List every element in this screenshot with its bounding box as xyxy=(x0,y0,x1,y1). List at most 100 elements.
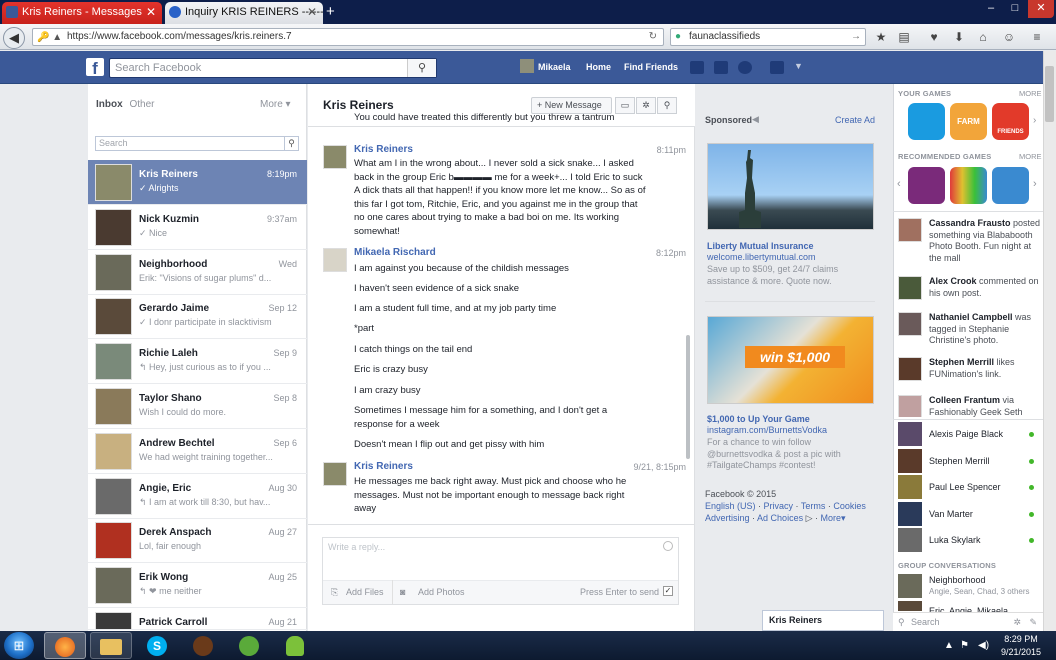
search-icon[interactable]: ⚲ xyxy=(407,59,436,77)
clock-date[interactable]: 9/21/2015 xyxy=(997,647,1045,657)
home-link[interactable]: Home xyxy=(586,61,611,73)
group-name[interactable]: Neighborhood xyxy=(929,575,986,585)
chat-contact[interactable]: Paul Lee Spencer xyxy=(898,475,1038,499)
file-explorer-taskbar-icon[interactable] xyxy=(90,632,132,659)
conversation-row[interactable]: Richie Laleh ↰ Hey, just curious as to if… xyxy=(88,339,307,385)
group-avatar[interactable] xyxy=(898,574,922,598)
add-files-button[interactable]: Add Files xyxy=(346,586,384,598)
chevron-right-icon[interactable]: › xyxy=(1033,178,1037,190)
emoji-icon[interactable] xyxy=(663,541,673,551)
maximize-button[interactable]: □ xyxy=(1004,0,1026,18)
sender-avatar[interactable] xyxy=(323,462,347,486)
chat-contact[interactable]: Alexis Paige Black xyxy=(898,422,1038,446)
game-tile-farmtown[interactable]: FARM TOWN xyxy=(950,103,987,140)
chevron-left-icon[interactable]: ‹ xyxy=(897,178,901,190)
rec-game-tile[interactable] xyxy=(992,167,1029,204)
addon-icon[interactable]: ☺ xyxy=(1002,30,1016,44)
create-ad-link[interactable]: Create Ad xyxy=(835,115,875,125)
message-sender[interactable]: Kris Reiners xyxy=(354,461,413,473)
add-photos-button[interactable]: Add Photos xyxy=(418,586,465,598)
rec-game-tile[interactable] xyxy=(950,167,987,204)
ad-image-liberty[interactable] xyxy=(707,143,874,230)
game-taskbar-icon[interactable] xyxy=(182,632,224,659)
inbox-search-input[interactable]: Search ⚲ xyxy=(95,136,299,151)
home-icon[interactable]: ⌂ xyxy=(976,30,990,44)
conversation-row[interactable]: Nick Kuzmin ✓ Nice 9:37am xyxy=(88,205,307,250)
ad-url[interactable]: instagram.com/BurnettsVodka xyxy=(707,425,827,436)
footer-link-terms[interactable]: Terms xyxy=(801,501,826,511)
find-friends-link[interactable]: Find Friends xyxy=(624,61,678,73)
new-tab-button[interactable]: + xyxy=(326,3,340,21)
ad-title[interactable]: Liberty Mutual Insurance xyxy=(707,241,814,252)
search-icon[interactable]: ⚲ xyxy=(657,97,677,114)
android-taskbar-icon[interactable] xyxy=(274,632,316,659)
footer-link-advertising[interactable]: Advertising xyxy=(705,513,750,523)
conversation-row[interactable]: Patrick Carroll Aug 21 xyxy=(88,608,307,630)
search-icon[interactable]: ⚲ xyxy=(284,137,298,150)
bookmarks-list-icon[interactable]: ▤ xyxy=(897,30,911,44)
ticker-avatar[interactable] xyxy=(898,218,922,242)
press-enter-checkbox[interactable]: ✓ xyxy=(663,586,673,596)
firefox-taskbar-icon[interactable] xyxy=(44,632,86,659)
ticker-name[interactable]: Nathaniel Campbell xyxy=(929,312,1013,322)
page-scrollbar[interactable] xyxy=(1043,51,1056,631)
menu-icon[interactable]: ≡ xyxy=(1030,30,1044,44)
chat-search-input[interactable]: ⚲ Search ✲ ✎ xyxy=(893,612,1043,631)
conversation-row[interactable]: Derek Anspach Lol, fair enough Aug 27 xyxy=(88,518,307,564)
ticker-avatar[interactable] xyxy=(898,357,922,381)
chat-contact[interactable]: Stephen Merrill xyxy=(898,448,1038,473)
privacy-shortcuts-icon[interactable] xyxy=(770,61,784,74)
flag-icon[interactable]: ⚑ xyxy=(960,640,969,651)
sender-avatar[interactable] xyxy=(323,248,347,272)
notifications-icon[interactable] xyxy=(738,61,752,74)
group-avatar[interactable] xyxy=(898,601,922,611)
rec-games-more-link[interactable]: MORE xyxy=(1019,152,1042,161)
ticker-avatar[interactable] xyxy=(898,395,922,417)
download-icon[interactable]: ⬇ xyxy=(952,30,966,44)
conversation-row[interactable]: Angie, Eric ↰ I am at work till 8:30, but… xyxy=(88,474,307,519)
facebook-search-input[interactable]: Search Facebook xyxy=(109,58,437,78)
conversation-row[interactable]: Andrew Bechtel We had weight training tog… xyxy=(88,429,307,474)
inbox-more-button[interactable]: More ▾ xyxy=(260,99,291,110)
bookmark-star-icon[interactable]: ★ xyxy=(874,30,888,44)
ticker-name[interactable]: Cassandra Frausto xyxy=(929,218,1011,228)
minimize-button[interactable]: – xyxy=(980,0,1002,18)
user-avatar[interactable] xyxy=(520,59,534,73)
conversation-row[interactable]: Kris Reiners ✓ Alrights 8:19pm xyxy=(88,160,307,205)
ticker-name[interactable]: Colleen Frantum xyxy=(929,395,1000,405)
messages-icon[interactable] xyxy=(714,61,728,74)
sender-avatar[interactable] xyxy=(323,145,347,169)
rec-game-tile[interactable] xyxy=(908,167,945,204)
app-taskbar-icon[interactable] xyxy=(228,632,270,659)
tab-other[interactable]: Other xyxy=(129,99,154,110)
go-arrow-icon[interactable]: → xyxy=(851,29,861,45)
volume-icon[interactable]: ◀) xyxy=(978,640,989,651)
chat-tab[interactable]: Kris Reiners xyxy=(762,610,884,631)
footer-link-privacy[interactable]: Privacy xyxy=(764,501,794,511)
close-tab-icon[interactable]: ✕ xyxy=(307,2,317,22)
footer-link-language[interactable]: English (US) xyxy=(705,501,756,511)
ad-url[interactable]: welcome.libertymutual.com xyxy=(707,252,816,263)
page-scrollbar-thumb[interactable] xyxy=(1045,66,1054,122)
conversation-row[interactable]: Neighborhood Erik: "Visions of sugar plum… xyxy=(88,250,307,295)
clock-time[interactable]: 8:29 PM xyxy=(1003,634,1039,644)
games-more-link[interactable]: MORE xyxy=(1019,89,1042,98)
tab-inbox[interactable]: Inbox xyxy=(96,99,123,110)
reload-icon[interactable]: ↻ xyxy=(649,29,657,45)
close-tab-icon[interactable]: ✕ xyxy=(146,2,156,22)
url-bar[interactable]: 🔑 ▲ https://www.facebook.com/messages/kr… xyxy=(32,28,664,46)
chat-contact[interactable]: Van Marter xyxy=(898,501,1038,526)
friend-requests-icon[interactable] xyxy=(690,61,704,74)
conversation-row[interactable]: Gerardo Jaime ✓ I donr participate in sla… xyxy=(88,294,307,340)
gear-icon[interactable]: ✲ xyxy=(1013,613,1021,631)
account-menu-icon[interactable]: ▼ xyxy=(794,61,803,71)
footer-link-more[interactable]: More xyxy=(821,513,842,523)
game-tile-icon[interactable] xyxy=(908,103,945,140)
chevron-right-icon[interactable]: › xyxy=(1033,115,1036,126)
back-button[interactable]: ◀ xyxy=(3,27,25,49)
conversation-scrollbar[interactable] xyxy=(686,335,690,459)
ticker-avatar[interactable] xyxy=(898,312,922,336)
browser-tab[interactable]: Inquiry KRIS REINERS -------... ✕ xyxy=(165,2,323,24)
windows-start-icon[interactable]: ⊞ xyxy=(4,632,34,659)
conversation-row[interactable]: Taylor Shano Wish I could do more. Sep 8 xyxy=(88,384,307,429)
